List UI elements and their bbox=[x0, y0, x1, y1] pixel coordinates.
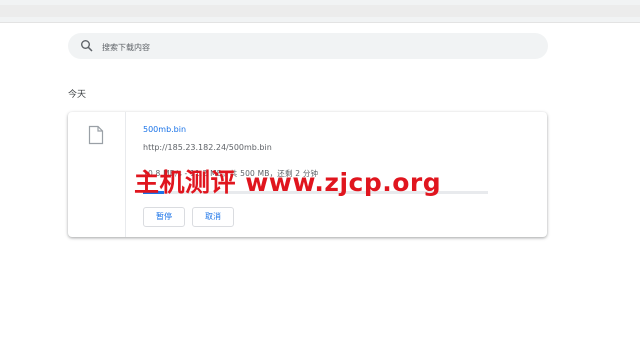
file-source-url: http://185.23.182.24/500mb.bin bbox=[143, 143, 272, 152]
top-toolbar bbox=[0, 0, 640, 23]
search-bar[interactable] bbox=[68, 33, 548, 59]
pause-button[interactable]: 暂停 bbox=[143, 207, 185, 227]
toolbar-strip bbox=[0, 5, 640, 17]
search-input[interactable] bbox=[100, 37, 534, 57]
cancel-button[interactable]: 取消 bbox=[192, 207, 234, 227]
watermark-text: 主机测评 www.zjcp.org bbox=[134, 168, 442, 197]
file-icon-column bbox=[68, 112, 126, 237]
file-icon bbox=[88, 125, 104, 145]
search-icon bbox=[81, 40, 93, 52]
date-section-title: 今天 bbox=[68, 90, 87, 100]
file-name-link[interactable]: 500mb.bin bbox=[143, 125, 186, 134]
